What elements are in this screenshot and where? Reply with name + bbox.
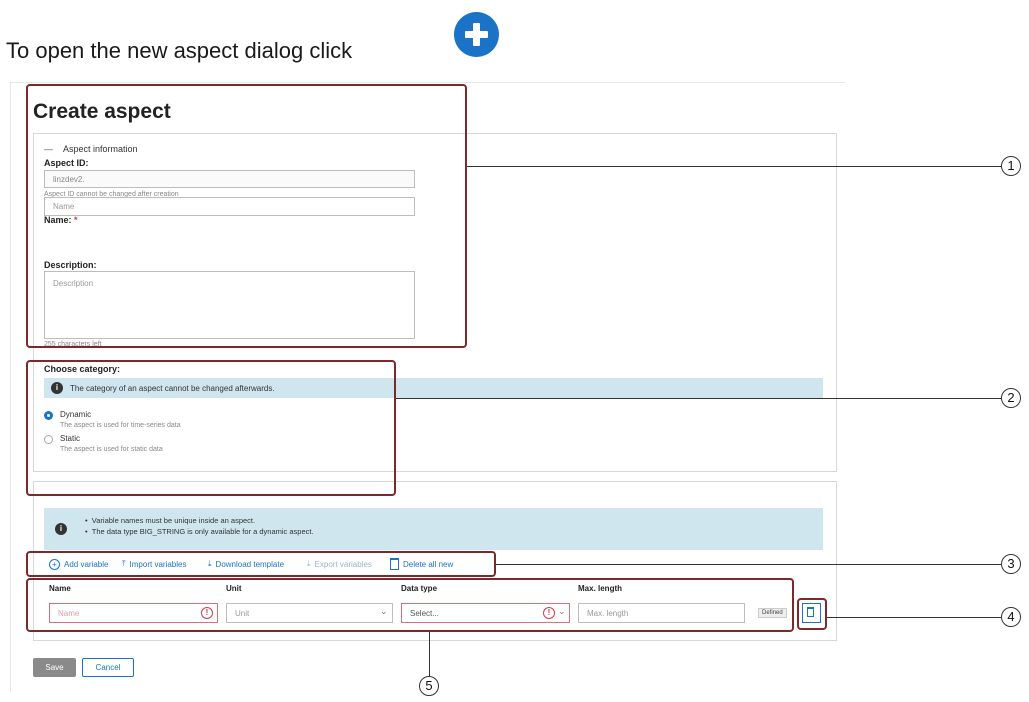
callout-line-1 [467, 166, 1001, 167]
callout-line-5 [429, 632, 430, 676]
callout-box-1 [26, 84, 467, 348]
intro-text: To open the new aspect dialog click [6, 38, 353, 63]
callout-box-3 [26, 551, 496, 577]
callout-box-5 [26, 578, 794, 632]
list-item: • The data type BIG_STRING is only avail… [85, 527, 314, 536]
callout-box-4 [797, 598, 827, 630]
callout-line-4 [827, 617, 1001, 618]
variables-notice-list: • Variable names must be unique inside a… [85, 515, 314, 537]
callout-number-4: 4 [1001, 607, 1021, 627]
callout-number-3: 3 [1001, 554, 1021, 574]
callout-number-1: 1 [1001, 156, 1021, 176]
callout-box-2 [26, 360, 396, 496]
add-aspect-plus-icon[interactable] [454, 12, 499, 57]
callout-number-2: 2 [1001, 388, 1021, 408]
callout-number-5: 5 [419, 676, 439, 696]
page-top-border [10, 82, 845, 83]
callout-line-3 [496, 564, 1001, 565]
callout-line-2 [396, 398, 1001, 399]
page-left-border [10, 82, 11, 692]
list-item: • Variable names must be unique inside a… [85, 516, 256, 525]
cancel-button[interactable]: Cancel [82, 658, 134, 677]
info-icon: i [55, 523, 67, 535]
save-button[interactable]: Save [33, 658, 76, 677]
